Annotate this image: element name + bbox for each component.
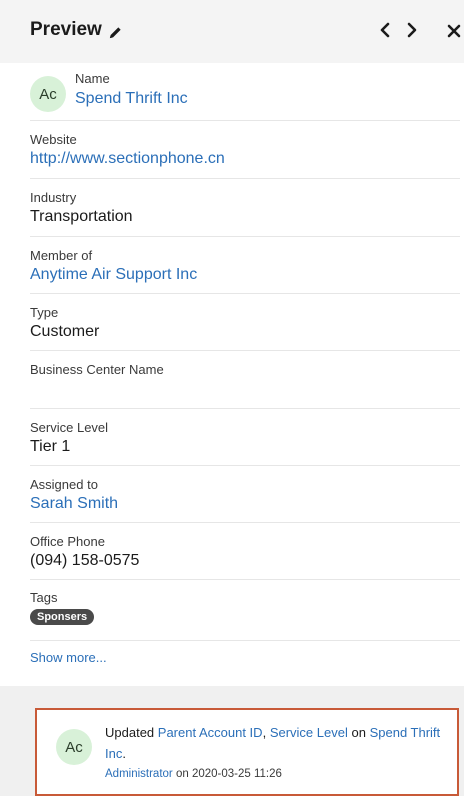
activity-item: Ac Updated Parent Account ID, Service Le… (35, 708, 459, 796)
activity-separator: , (262, 725, 267, 740)
type-value: Customer (30, 323, 100, 340)
office-phone-value: (094) 158-0575 (30, 552, 140, 569)
preview-header: Preview (0, 0, 464, 63)
show-more-link[interactable]: Show more... (30, 650, 107, 665)
preview-title: Preview (30, 19, 102, 40)
field-office-phone: Office Phone (094) 158-0575 (30, 523, 460, 580)
field-website: Website http://www.sectionphone.cn (30, 121, 460, 179)
field-name: Ac Name Spend Thrift Inc (30, 63, 460, 121)
chevron-left-icon[interactable] (378, 22, 392, 38)
activity-author[interactable]: Administrator (105, 768, 173, 780)
activity-timestamp: 2020-03-25 11:26 (191, 768, 282, 780)
assigned-to-label: Assigned to (30, 477, 98, 492)
field-tags: Tags Sponsers (30, 580, 460, 641)
business-center-label: Business Center Name (30, 362, 164, 377)
type-label: Type (30, 305, 59, 320)
field-type: Type Customer (30, 294, 460, 351)
field-member-of: Member of Anytime Air Support Inc (30, 237, 460, 294)
field-industry: Industry Transportation (30, 179, 460, 237)
activity-avatar: Ac (56, 729, 92, 765)
website-label: Website (30, 132, 77, 147)
activity-meta: Administrator on 2020-03-25 11:26 (105, 768, 282, 780)
activity-prefix: Updated (105, 725, 155, 740)
tag-badge[interactable]: Sponsers (30, 609, 95, 625)
activity-field-1[interactable]: Parent Account ID (158, 725, 263, 740)
website-value[interactable]: http://www.sectionphone.cn (30, 150, 225, 168)
office-phone-label: Office Phone (30, 534, 105, 549)
close-icon[interactable] (447, 24, 461, 38)
industry-label: Industry (30, 190, 77, 205)
member-of-label: Member of (30, 248, 93, 263)
field-service-level: Service Level Tier 1 (30, 409, 460, 466)
activity-message: Updated Parent Account ID, Service Level… (105, 722, 445, 764)
field-business-center: Business Center Name (30, 351, 460, 409)
name-label: Name (75, 71, 110, 86)
activity-on-word: on (175, 768, 189, 780)
name-value[interactable]: Spend Thrift Inc (75, 90, 188, 108)
activity-period: . (122, 746, 126, 761)
tags-label: Tags (30, 590, 58, 605)
pencil-icon[interactable] (108, 25, 123, 40)
member-of-value[interactable]: Anytime Air Support Inc (30, 266, 197, 284)
field-assigned-to: Assigned to Sarah Smith (30, 466, 460, 523)
activity-on: on (351, 725, 366, 740)
service-level-value: Tier 1 (30, 438, 71, 455)
assigned-to-value[interactable]: Sarah Smith (30, 495, 118, 513)
avatar: Ac (30, 76, 66, 112)
chevron-right-icon[interactable] (405, 22, 419, 38)
activity-field-2[interactable]: Service Level (270, 725, 348, 740)
industry-value: Transportation (30, 208, 133, 225)
service-level-label: Service Level (30, 420, 109, 435)
